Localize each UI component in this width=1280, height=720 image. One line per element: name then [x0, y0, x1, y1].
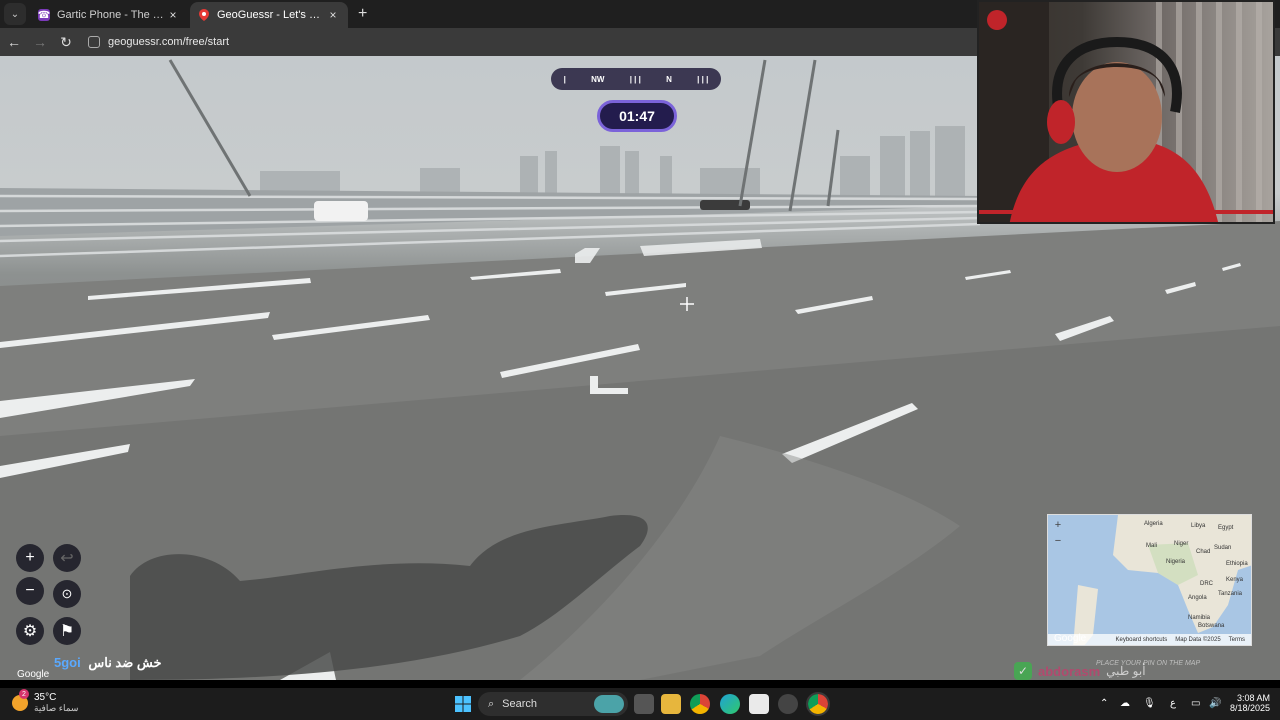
map-label: Mali [1146, 543, 1158, 549]
round-timer: 01:47 [597, 100, 677, 132]
tab-geoguessr[interactable]: GeoGuessr - Let's explore the w × [190, 2, 348, 28]
address-bar[interactable]: geoguessr.com/free/start [84, 31, 229, 53]
file-explorer-icon[interactable] [661, 694, 681, 714]
weather-temp: 35°C [34, 692, 57, 703]
search-highlight-icon [594, 695, 624, 713]
compass-tick: | [563, 74, 566, 84]
new-tab-button[interactable]: + [358, 5, 367, 23]
weather-sun-icon: 2 [12, 689, 29, 711]
chat-username: 5goi [54, 655, 81, 670]
language-indicator[interactable]: ع [1170, 698, 1176, 709]
search-icon: ⌕ [488, 697, 495, 710]
undo-move-button[interactable]: ↩ [53, 544, 81, 572]
compass-n: N [666, 74, 672, 84]
tray-cloud-icon[interactable]: ☁ [1120, 698, 1130, 709]
compass-bar: | NW | | | N | | | [551, 68, 721, 90]
map-data-text: Map Data ©2025 [1175, 636, 1221, 643]
tab-gartic-phone[interactable]: ☎ Gartic Phone - The Telephone G × [30, 2, 188, 28]
chat-message: خش ضد ناس [88, 655, 162, 670]
taskbar-search[interactable]: ⌕ Search [478, 692, 628, 716]
stream-chat-line: 5goi خش ضد ناس [54, 655, 162, 671]
tray-chevron-icon[interactable]: ⌃ [1100, 698, 1108, 709]
clock-date: 8/18/2025 [1229, 703, 1270, 713]
check-icon: ✓ [1014, 662, 1032, 680]
app-icon[interactable] [778, 694, 798, 714]
map-label: DRC [1200, 581, 1213, 587]
overlay-name: أبو طبي [1106, 664, 1146, 678]
map-label: Egypt [1218, 525, 1234, 531]
weather-desc: سماء صافية [34, 703, 79, 713]
compass-tick: | | | [697, 74, 709, 84]
streamer-webcam [977, 0, 1275, 224]
map-label: Chad [1196, 549, 1211, 555]
map-label: Botswana [1198, 623, 1225, 629]
gartic-icon: ☎ [37, 9, 51, 21]
google-logo: Google [17, 669, 50, 680]
forward-arrow-icon[interactable]: → [28, 30, 52, 54]
map-label: Sudan [1214, 545, 1232, 551]
map-label: Kenya [1226, 577, 1244, 583]
map-label: Angola [1188, 595, 1207, 601]
map-zoom-in-button[interactable]: + [1052, 519, 1064, 531]
url-text: geoguessr.com/free/start [108, 36, 230, 48]
map-google-logo: Google [1054, 633, 1087, 644]
taskbar: 2 35°C سماء صافية ⌕ Search ⌃ ☁ 🎙 ع ▭ 🔊 3… [0, 688, 1280, 720]
compass-tick: | | | [629, 74, 641, 84]
chrome-icon[interactable] [690, 694, 710, 714]
keyboard-shortcuts-link[interactable]: Keyboard shortcuts [1116, 637, 1168, 643]
webcam-image [979, 2, 1273, 222]
tray-mic-icon[interactable]: 🎙 [1143, 698, 1156, 709]
zoom-in-button[interactable]: + [16, 544, 44, 572]
terms-link[interactable]: Terms [1229, 637, 1245, 643]
van [314, 201, 368, 221]
clock-time: 3:08 AM [1236, 693, 1270, 703]
guess-minimap[interactable]: Algeria Libya Egypt Mali Niger Chad Suda… [1047, 514, 1252, 646]
reload-icon[interactable]: ↻ [54, 30, 78, 54]
map-label: Niger [1174, 541, 1189, 547]
return-to-start-button[interactable]: ⊙ [53, 580, 81, 608]
search-label: Search [502, 698, 538, 710]
tab-title: GeoGuessr - Let's explore the w [217, 9, 326, 21]
settings-gear-icon[interactable]: ⚙ [16, 617, 44, 645]
map-label: Libya [1191, 523, 1206, 529]
screen: ⌄ ☎ Gartic Phone - The Telephone G × Geo… [0, 0, 1280, 720]
tab-close-button[interactable]: × [326, 8, 340, 22]
tab-title: Gartic Phone - The Telephone G [57, 9, 166, 21]
chrome-active-icon[interactable] [806, 692, 830, 716]
compass-nw: NW [591, 74, 605, 84]
map-label: Algeria [1144, 521, 1163, 527]
tab-search-button[interactable]: ⌄ [4, 3, 26, 25]
map-label: Namibia [1188, 615, 1211, 621]
tab-close-button[interactable]: × [166, 8, 180, 22]
map-label: Nigeria [1166, 559, 1186, 565]
tray-volume-icon[interactable]: 🔊 [1209, 698, 1221, 709]
map-label: Ethiopia [1226, 561, 1248, 567]
map-footer: Google Keyboard shortcuts Map Data ©2025… [1048, 633, 1251, 645]
streamer-corner-overlay: ✓ abdorasm أبو طبي [1014, 662, 1146, 680]
overlay-username: abdorasm [1038, 663, 1101, 679]
back-arrow-icon[interactable]: ← [2, 30, 26, 54]
weather-widget[interactable]: 2 35°C سماء صافية [12, 689, 79, 714]
store-icon[interactable] [749, 694, 769, 714]
site-info-icon[interactable] [88, 36, 100, 48]
weather-badge: 2 [19, 689, 29, 699]
zoom-out-button[interactable]: − [16, 577, 44, 605]
edge-icon[interactable] [720, 694, 740, 714]
tray-display-icon[interactable]: ▭ [1191, 698, 1200, 709]
windows-start-icon[interactable] [453, 694, 473, 714]
map-label: Tanzania [1218, 591, 1243, 597]
clock[interactable]: 3:08 AM 8/18/2025 [1228, 693, 1270, 713]
geoguessr-pin-icon [198, 9, 210, 21]
map-zoom-out-button[interactable]: − [1052, 535, 1064, 547]
checkpoint-flag-icon[interactable]: ⚑ [53, 617, 81, 645]
task-view-icon[interactable] [634, 694, 654, 714]
